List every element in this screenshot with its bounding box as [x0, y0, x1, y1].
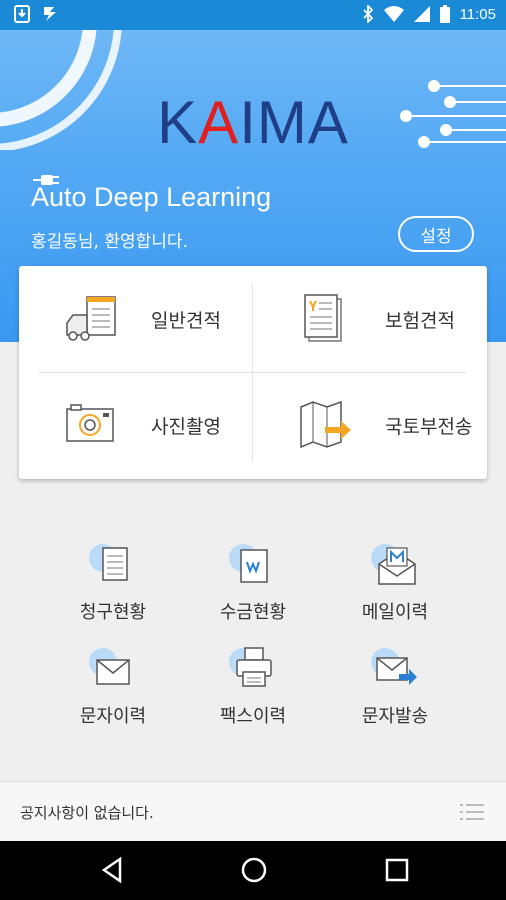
welcome-message: 홍길동님, 환영합니다.: [31, 232, 188, 252]
back-icon[interactable]: [100, 855, 124, 885]
recent-apps-icon[interactable]: [384, 855, 410, 885]
general-estimate-label: 일반견적: [151, 309, 221, 332]
navigation-bar: [0, 841, 506, 900]
settings-button[interactable]: 설정: [398, 216, 474, 252]
word-document-icon: [229, 544, 268, 583]
billing-status-label: 청구현황: [79, 602, 147, 623]
send-sms-button[interactable]: 문자발송: [330, 644, 460, 728]
notice-bar[interactable]: 공지사항이 없습니다.: [0, 781, 506, 842]
map-arrow-icon: [300, 400, 351, 449]
mail-history-button[interactable]: 메일이력: [330, 540, 460, 624]
signal-icon: [413, 6, 430, 22]
collection-status-button[interactable]: 수금현황: [188, 540, 318, 624]
molit-transfer-button[interactable]: 국토부전송: [253, 372, 487, 478]
photo-label: 사진촬영: [151, 415, 221, 438]
molit-transfer-label: 국토부전송: [385, 415, 473, 438]
photo-button[interactable]: 사진촬영: [19, 372, 253, 478]
home-icon[interactable]: [240, 855, 268, 885]
mail-document-icon: [371, 544, 416, 585]
status-time: 11:05: [459, 5, 496, 23]
bluetooth-icon: [362, 5, 373, 23]
document-stack-icon: [304, 294, 342, 342]
camera-icon: [66, 404, 114, 442]
fax-history-label: 팩스이력: [219, 706, 287, 727]
wifi-icon: [383, 6, 404, 22]
insurance-estimate-button[interactable]: 보험견적: [253, 266, 487, 372]
billing-status-button[interactable]: 청구현황: [48, 540, 178, 624]
fax-history-button[interactable]: 팩스이력: [188, 644, 318, 728]
send-sms-label: 문자발송: [361, 706, 429, 727]
envelope-icon: [89, 648, 130, 685]
main-menu-card: 일반견적 보험견적 사진촬영 국토부전송: [19, 266, 487, 479]
notice-text: 공지사항이 없습니다.: [20, 804, 154, 822]
status-bar: 11:05: [0, 0, 506, 30]
kaima-logo: KAIMA: [157, 89, 349, 156]
fax-printer-icon: [229, 647, 272, 687]
general-estimate-button[interactable]: 일반견적: [19, 266, 253, 372]
collection-status-label: 수금현황: [219, 602, 287, 623]
list-icon[interactable]: [460, 802, 484, 822]
notification-app-icon: [44, 7, 56, 21]
download-icon: [14, 5, 30, 23]
insurance-estimate-label: 보험견적: [385, 309, 455, 332]
mail-history-label: 메일이력: [361, 602, 429, 623]
sms-history-label: 문자이력: [79, 706, 147, 727]
sms-history-button[interactable]: 문자이력: [48, 644, 178, 728]
app-title: Auto Deep Learning: [31, 182, 272, 212]
battery-icon: [439, 5, 450, 23]
send-mail-icon: [371, 648, 417, 685]
truck-document-icon: [66, 296, 116, 341]
invoice-icon: [89, 544, 128, 581]
